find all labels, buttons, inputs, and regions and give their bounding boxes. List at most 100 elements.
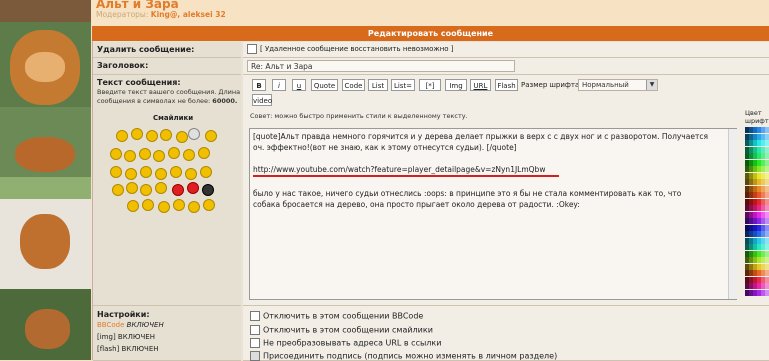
option-disable-bbcode[interactable]: Отключить в этом сообщении BBCode bbox=[250, 311, 423, 321]
happy-icon[interactable] bbox=[126, 182, 138, 194]
embarrassed-icon[interactable] bbox=[170, 166, 182, 178]
laugh-icon[interactable] bbox=[112, 184, 124, 196]
code-button[interactable]: Code bbox=[342, 79, 365, 91]
color-swatch[interactable] bbox=[765, 185, 769, 192]
cool-icon[interactable] bbox=[205, 130, 217, 142]
confused-icon[interactable] bbox=[176, 131, 188, 143]
option-disable-smilies[interactable]: Отключить в этом сообщении смайлики bbox=[250, 325, 433, 335]
moderators-line: Модераторы: King@, aleksei 32 bbox=[96, 10, 226, 19]
red-face-icon[interactable] bbox=[187, 182, 199, 194]
delete-checkbox[interactable] bbox=[247, 44, 257, 54]
color-swatch[interactable] bbox=[765, 283, 769, 289]
color-swatch[interactable] bbox=[765, 276, 769, 283]
idea-icon[interactable] bbox=[155, 168, 167, 180]
smile-icon[interactable] bbox=[116, 130, 128, 142]
photo-1 bbox=[0, 0, 91, 22]
shock-icon[interactable] bbox=[110, 148, 122, 160]
option-label: Не преобразовывать адреса URL в ссылки bbox=[263, 338, 442, 348]
color-swatch[interactable] bbox=[765, 218, 769, 224]
option-checkbox[interactable] bbox=[250, 325, 260, 335]
grin-icon[interactable] bbox=[131, 128, 143, 140]
color-swatch[interactable] bbox=[765, 153, 769, 159]
textarea-scrollbar[interactable] bbox=[728, 129, 737, 299]
thumbsup-icon[interactable] bbox=[188, 201, 200, 213]
message-textarea[interactable]: [quote]Альт правда немного горячится и у… bbox=[249, 128, 737, 300]
crazy-icon[interactable] bbox=[140, 184, 152, 196]
url-button[interactable]: URL bbox=[470, 79, 491, 91]
color-swatch[interactable] bbox=[765, 237, 769, 244]
bold-button[interactable]: B bbox=[252, 79, 266, 91]
option-no-url-parse[interactable]: Не преобразовывать адреса URL в ссылки bbox=[250, 338, 441, 348]
clap-icon[interactable] bbox=[203, 199, 215, 211]
font-size-select[interactable]: Нормальный ▼ bbox=[578, 79, 658, 91]
tongue-icon[interactable] bbox=[153, 150, 165, 162]
photo-2 bbox=[0, 22, 91, 107]
option-checkbox[interactable] bbox=[250, 338, 260, 348]
color-swatch[interactable] bbox=[765, 289, 769, 296]
color-swatch[interactable] bbox=[765, 159, 769, 166]
color-swatch[interactable] bbox=[765, 224, 769, 231]
italic-button[interactable]: i bbox=[272, 79, 286, 91]
color-swatch[interactable] bbox=[765, 192, 769, 198]
dog-photo-strip bbox=[0, 0, 91, 360]
font-size-value: Нормальный bbox=[582, 81, 629, 89]
quote-button[interactable]: Quote bbox=[311, 79, 338, 91]
option-label: Отключить в этом сообщении BBCode bbox=[263, 311, 424, 321]
cry-icon[interactable] bbox=[125, 168, 137, 180]
question-icon[interactable] bbox=[200, 166, 212, 178]
settings-label: Настройки: bbox=[97, 310, 150, 319]
subject-label: Заголовок: bbox=[97, 61, 149, 70]
color-swatch[interactable] bbox=[765, 270, 769, 276]
bbcode-link[interactable]: BBCode bbox=[97, 321, 124, 329]
underline-button[interactable]: u bbox=[292, 79, 306, 91]
color-swatch[interactable] bbox=[765, 205, 769, 211]
color-swatch[interactable] bbox=[765, 166, 769, 172]
color-swatch[interactable] bbox=[765, 244, 769, 250]
wink-icon[interactable] bbox=[139, 148, 151, 160]
surprised-icon[interactable] bbox=[160, 129, 172, 141]
subject-input[interactable]: Re: Альт и Зара bbox=[247, 60, 515, 72]
rolleyes-icon[interactable] bbox=[183, 149, 195, 161]
neutral-icon[interactable] bbox=[140, 166, 152, 178]
ghost-icon[interactable] bbox=[188, 128, 200, 140]
image-button[interactable]: Img bbox=[445, 79, 467, 91]
color-swatch[interactable] bbox=[765, 146, 769, 153]
moderators-names[interactable]: King@, aleksei 32 bbox=[151, 10, 226, 19]
smile-2-icon[interactable] bbox=[168, 147, 180, 159]
color-swatch[interactable] bbox=[765, 140, 769, 146]
bomb-icon[interactable] bbox=[202, 184, 214, 196]
color-swatch[interactable] bbox=[765, 127, 769, 133]
evil-icon[interactable] bbox=[198, 147, 210, 159]
flash-button[interactable]: Flash bbox=[495, 79, 518, 91]
color-swatch[interactable] bbox=[765, 133, 769, 140]
angry-icon[interactable] bbox=[110, 166, 122, 178]
ordered-list-button[interactable]: List= bbox=[391, 79, 415, 91]
chevron-down-icon[interactable]: ▼ bbox=[646, 80, 657, 90]
color-swatch[interactable] bbox=[765, 231, 769, 237]
color-palette[interactable] bbox=[745, 127, 769, 297]
color-swatch[interactable] bbox=[765, 263, 769, 270]
photo-5 bbox=[0, 289, 91, 360]
lol-icon[interactable] bbox=[124, 150, 136, 162]
color-swatch[interactable] bbox=[765, 179, 769, 185]
sleep-icon[interactable] bbox=[127, 200, 139, 212]
party-icon[interactable] bbox=[142, 199, 154, 211]
color-swatch[interactable] bbox=[765, 198, 769, 205]
option-checkbox[interactable] bbox=[250, 311, 260, 321]
font-color-label: Цвет шрифта bbox=[745, 109, 769, 125]
list-button[interactable]: List bbox=[368, 79, 388, 91]
pirate-icon[interactable] bbox=[173, 199, 185, 211]
font-size-label: Размер шрифта: bbox=[521, 81, 582, 89]
twisted-icon[interactable] bbox=[185, 168, 197, 180]
color-swatch[interactable] bbox=[765, 257, 769, 263]
message-line-2: оч. эффектно!(вот не знаю, как к этому о… bbox=[253, 143, 517, 152]
color-swatch[interactable] bbox=[765, 250, 769, 257]
exclaim-icon[interactable] bbox=[158, 201, 170, 213]
video-button[interactable]: video bbox=[252, 94, 272, 106]
grin-2-icon[interactable] bbox=[155, 182, 167, 194]
sad-icon[interactable] bbox=[146, 130, 158, 142]
color-swatch[interactable] bbox=[765, 211, 769, 218]
list-item-button[interactable]: [*] bbox=[419, 79, 441, 91]
color-swatch[interactable] bbox=[765, 172, 769, 179]
mad-icon[interactable] bbox=[172, 184, 184, 196]
